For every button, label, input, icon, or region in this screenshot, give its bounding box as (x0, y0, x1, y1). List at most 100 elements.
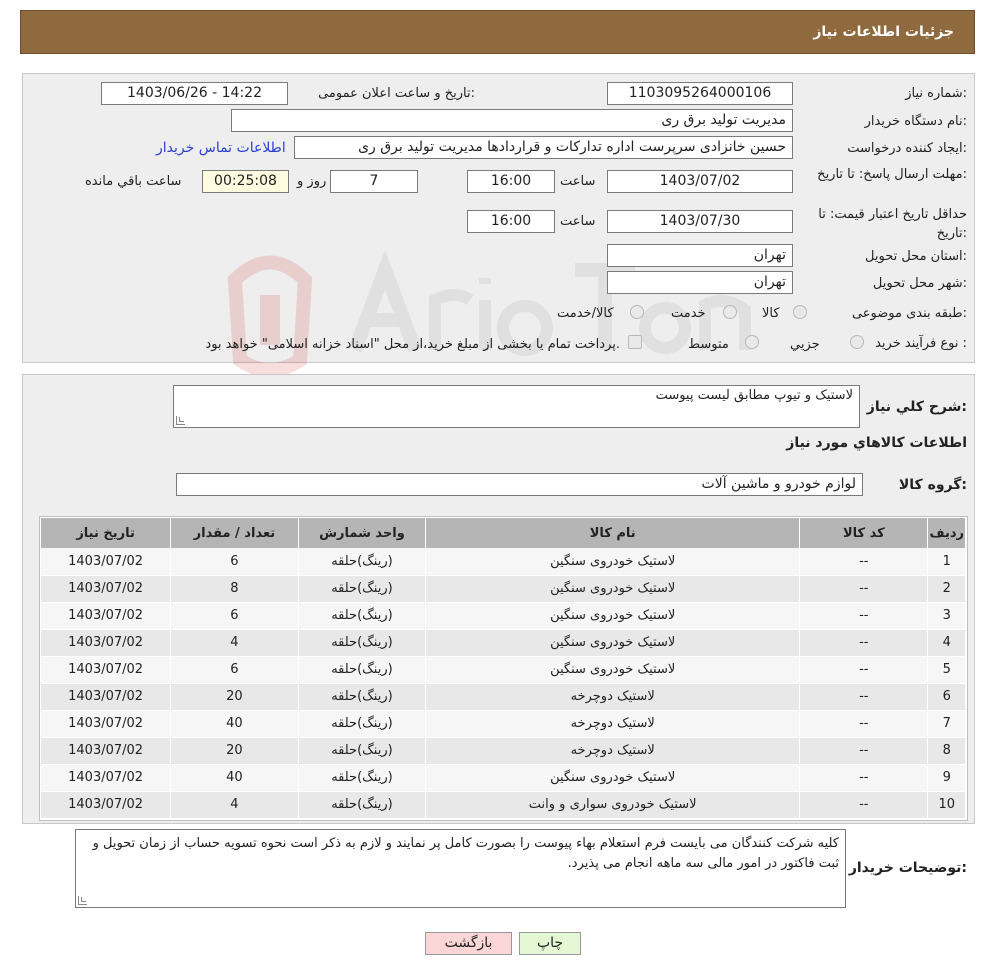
validity-label: حداقل تاریخ اعتبار قیمت: تا تاریخ: (818, 207, 967, 241)
cell-item-name: لاستیک خودروی سنگین (425, 764, 801, 792)
announce-datetime-field[interactable]: 1403/06/26 - 14:22 (101, 82, 288, 105)
city-label: شهر محل تحویل: (872, 276, 967, 291)
validity-date-field[interactable]: 1403/07/30 (607, 210, 793, 233)
group-label: گروه كالا: (898, 477, 967, 493)
category-goods-radio[interactable] (793, 305, 807, 319)
cell-unit: (رینگ)حلقه (298, 575, 427, 603)
category-service-radio[interactable] (723, 305, 737, 319)
validity-time-field[interactable]: 16:00 (467, 210, 555, 233)
cell-quantity: 40 (170, 710, 299, 738)
cell-row-number: 1 (927, 548, 966, 576)
cell-unit: (رینگ)حلقه (298, 602, 427, 630)
cell-unit: (رینگ)حلقه (298, 764, 427, 792)
deadline-date-field[interactable]: 1403/07/02 (607, 170, 793, 193)
days-label: روز و (297, 174, 327, 189)
cell-item-code: -- (799, 710, 929, 738)
cell-row-number: 4 (927, 629, 966, 657)
requester-field[interactable]: حسین خانزادی سرپرست اداره تداركات و قرار… (294, 136, 793, 159)
goods-group-field[interactable]: لوازم خودرو و ماشین آلات (176, 473, 863, 496)
cell-need-date: 1403/07/02 (41, 737, 172, 765)
print-button[interactable]: چاپ (519, 932, 581, 955)
cell-unit: (رینگ)حلقه (298, 791, 427, 819)
deadline-time-field[interactable]: 16:00 (467, 170, 555, 193)
cell-unit: (رینگ)حلقه (298, 656, 427, 684)
cell-unit: (رینگ)حلقه (298, 629, 427, 657)
category-goods-label: کالا (762, 306, 780, 321)
cell-row-number: 2 (927, 575, 966, 603)
cell-item-code: -- (799, 575, 929, 603)
notes-text: کلیه شرکت کنندگان می بایست فرم استعلام ب… (92, 836, 839, 871)
city-field[interactable]: تهران (607, 271, 793, 294)
cell-item-code: -- (799, 602, 929, 630)
cell-row-number: 5 (927, 656, 966, 684)
cell-row-number: 9 (927, 764, 966, 792)
remaining-time-label: ساعت باقي مانده (85, 174, 182, 189)
items-table: ردیف کد کالا نام کالا واحد شمارش تعداد /… (41, 518, 966, 819)
cell-item-name: لاستیک خودروی سنگین (425, 629, 801, 657)
cell-row-number: 7 (927, 710, 966, 738)
col-quantity: تعداد / مقدار (170, 518, 299, 548)
requester-label: ایجاد کننده درخواست: (847, 141, 967, 156)
col-need-date: تاریخ نیاز (41, 518, 172, 548)
col-item-name: نام کالا (425, 518, 801, 548)
table-row: 7 -- لاستیک دوچرخه (رینگ)حلقه 40 1403/07/02 (41, 710, 966, 738)
cell-unit: (رینگ)حلقه (298, 683, 427, 711)
treasury-checkbox[interactable] (628, 335, 642, 349)
cell-item-name: لاستیک خودروی سنگین (425, 602, 801, 630)
announce-label: تاریخ و ساعت اعلان عمومی: (318, 86, 475, 101)
process-minor-radio[interactable] (850, 335, 864, 349)
summary-label: شرح كلي نياز: (866, 399, 967, 415)
cell-unit: (رینگ)حلقه (298, 548, 427, 576)
cell-need-date: 1403/07/02 (41, 602, 172, 630)
cell-item-code: -- (799, 764, 929, 792)
back-button[interactable]: بازگشت (425, 932, 512, 955)
col-row-number: ردیف (927, 518, 966, 548)
cell-item-code: -- (799, 791, 929, 819)
summary-textarea[interactable]: لاستیک و تیوپ مطابق لیست پیوست (173, 385, 860, 428)
process-medium-radio[interactable] (745, 335, 759, 349)
remaining-time-field[interactable]: 00:25:08 (202, 170, 289, 193)
deadline-label: مهلت ارسال پاسخ: تا تاریخ: (817, 167, 967, 182)
summary-text: لاستیک و تیوپ مطابق لیست پیوست (655, 388, 853, 403)
days-remaining-field[interactable]: 7 (330, 170, 418, 193)
cell-need-date: 1403/07/02 (41, 710, 172, 738)
cell-item-code: -- (799, 683, 929, 711)
category-service-label: خدمت (671, 306, 706, 321)
buyer-org-field[interactable]: مدیریت تولید برق ری (231, 109, 793, 132)
resize-grip-icon[interactable] (176, 416, 185, 425)
table-row: 3 -- لاستیک خودروی سنگین (رینگ)حلقه 6 1403/07… (41, 602, 966, 630)
cell-quantity: 6 (170, 548, 299, 576)
table-row: 10 -- لاستیک خودروی سواری و وانت (رینگ)حلقه… (41, 791, 966, 819)
table-row: 1 -- لاستیک خودروی سنگین (رینگ)حلقه 6 1403/07… (41, 548, 966, 576)
cell-item-code: -- (799, 629, 929, 657)
cell-need-date: 1403/07/02 (41, 683, 172, 711)
cell-item-name: لاستیک خودروی سنگین (425, 575, 801, 603)
need-number-field[interactable]: 1103095264000106 (607, 82, 793, 105)
category-label: طبقه بندی موضوعی: (851, 306, 967, 321)
process-minor-label: جزيي (790, 337, 820, 352)
cell-item-code: -- (799, 548, 929, 576)
goods-info-title: اطلاعات كالاهاي مورد نياز (786, 435, 967, 451)
cell-quantity: 6 (170, 602, 299, 630)
cell-row-number: 6 (927, 683, 966, 711)
cell-item-name: لاستیک خودروی سنگین (425, 656, 801, 684)
cell-quantity: 20 (170, 683, 299, 711)
table-row: 2 -- لاستیک خودروی سنگین (رینگ)حلقه 8 1403/07… (41, 575, 966, 603)
province-field[interactable]: تهران (607, 244, 793, 267)
category-both-label: کالا/خدمت (557, 306, 614, 321)
cell-item-name: لاستیک خودروی سواری و وانت (425, 791, 801, 819)
category-both-radio[interactable] (630, 305, 644, 319)
buyer-contact-link[interactable]: اطلاعات تماس خریدار (156, 140, 286, 156)
col-item-code: کد کالا (799, 518, 929, 548)
page-header: جزئیات اطلاعات نیاز (20, 10, 975, 54)
table-row: 4 -- لاستیک خودروی سنگین (رینگ)حلقه 4 1403/07… (41, 629, 966, 657)
cell-need-date: 1403/07/02 (41, 764, 172, 792)
notes-textarea[interactable]: کلیه شرکت کنندگان می بایست فرم استعلام ب… (75, 829, 846, 908)
cell-need-date: 1403/07/02 (41, 629, 172, 657)
resize-grip-icon[interactable] (78, 896, 87, 905)
table-header-row: ردیف کد کالا نام کالا واحد شمارش تعداد /… (41, 518, 966, 548)
cell-quantity: 20 (170, 737, 299, 765)
cell-unit: (رینگ)حلقه (298, 737, 427, 765)
table-row: 9 -- لاستیک خودروی سنگین (رینگ)حلقه 40 1403/0… (41, 764, 966, 792)
cell-quantity: 4 (170, 791, 299, 819)
